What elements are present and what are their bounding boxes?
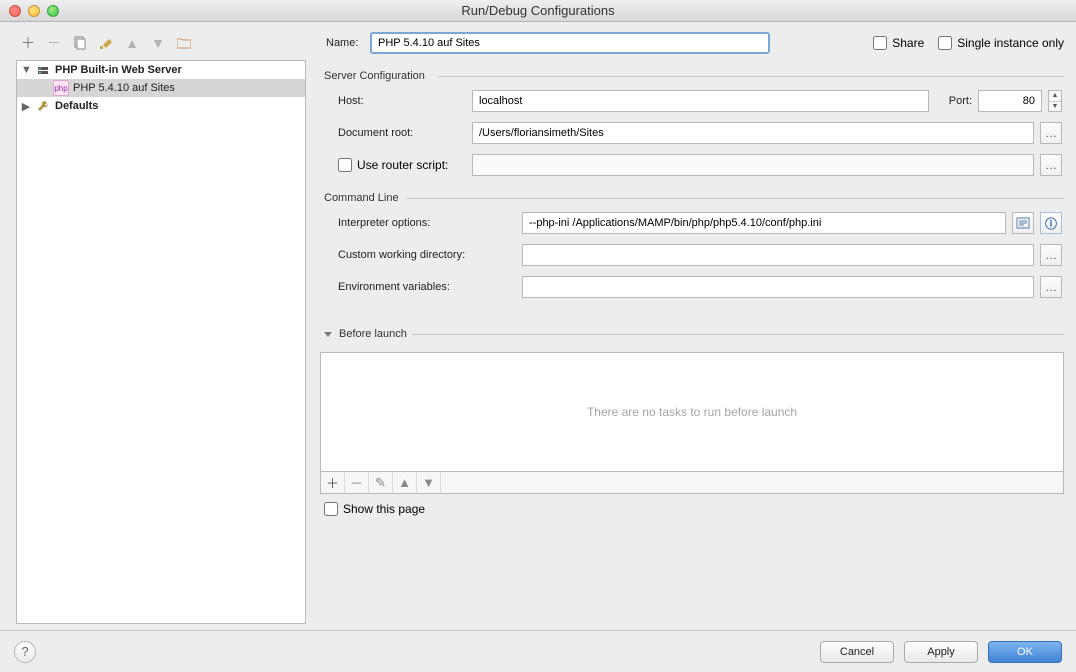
- name-row: Name: Share Single instance only: [320, 32, 1064, 54]
- expand-editor-button[interactable]: [1012, 212, 1034, 234]
- docroot-label: Document root:: [338, 127, 466, 139]
- tree-label: PHP 5.4.10 auf Sites: [73, 82, 175, 94]
- move-task-down-button[interactable]: ▼: [417, 472, 441, 493]
- cwd-row: Custom working directory: …: [338, 244, 1062, 266]
- remove-icon[interactable]: －: [46, 35, 62, 51]
- empty-message: There are no tasks to run before launch: [587, 405, 797, 419]
- browse-button[interactable]: …: [1040, 122, 1062, 144]
- move-task-up-button[interactable]: ▲: [393, 472, 417, 493]
- share-checkbox-box[interactable]: [873, 36, 887, 50]
- ok-button[interactable]: OK: [988, 641, 1062, 663]
- single-instance-label: Single instance only: [957, 36, 1064, 50]
- cancel-button[interactable]: Cancel: [820, 641, 894, 663]
- expand-icon[interactable]: ▶: [21, 100, 31, 113]
- server-config-group: Host: Port: ▲▼ Document root: … Use rout…: [320, 90, 1064, 186]
- before-launch-legend[interactable]: Before launch: [320, 328, 1064, 340]
- move-up-icon[interactable]: ▲: [124, 35, 140, 51]
- expand-icon[interactable]: ▼: [21, 64, 31, 76]
- cwd-label: Custom working directory:: [338, 249, 516, 261]
- edit-task-button[interactable]: ✎: [369, 472, 393, 493]
- cwd-input[interactable]: [522, 244, 1034, 266]
- footer: ? Cancel Apply OK: [0, 630, 1076, 672]
- host-row: Host: Port: ▲▼: [338, 90, 1062, 112]
- single-instance-checkbox-box[interactable]: [938, 36, 952, 50]
- show-page-checkbox-box[interactable]: [324, 502, 338, 516]
- move-down-icon[interactable]: ▼: [150, 35, 166, 51]
- config-tree[interactable]: ▼ PHP Built-in Web Server php PHP 5.4.10…: [16, 60, 306, 624]
- content: ＋ － ▲ ▼ ▼ PHP Built-in Web Server: [0, 22, 1076, 630]
- before-launch-toolbar: ＋ － ✎ ▲ ▼: [320, 472, 1064, 494]
- show-page-label: Show this page: [343, 502, 425, 516]
- port-stepper[interactable]: ▲▼: [1048, 90, 1062, 112]
- interp-row: Interpreter options: ⓘ: [338, 212, 1062, 234]
- router-label: Use router script:: [357, 158, 448, 172]
- interp-input[interactable]: [522, 212, 1006, 234]
- host-label: Host:: [338, 95, 466, 107]
- interp-label: Interpreter options:: [338, 217, 516, 229]
- collapse-icon[interactable]: [324, 332, 332, 337]
- before-launch-list[interactable]: There are no tasks to run before launch: [320, 352, 1064, 472]
- config-panel: Name: Share Single instance only Server …: [312, 22, 1076, 630]
- info-icon[interactable]: ⓘ: [1040, 212, 1062, 234]
- command-line-group: Interpreter options: ⓘ Custom working di…: [320, 212, 1064, 308]
- browse-button[interactable]: …: [1040, 276, 1062, 298]
- php-icon: php: [53, 80, 69, 96]
- tree-node-php-server[interactable]: ▼ PHP Built-in Web Server: [17, 61, 305, 79]
- env-input[interactable]: [522, 276, 1034, 298]
- window-title: Run/Debug Configurations: [0, 3, 1076, 18]
- router-input[interactable]: [472, 154, 1034, 176]
- port-input[interactable]: [978, 90, 1042, 112]
- name-label: Name:: [320, 37, 370, 49]
- add-task-button[interactable]: ＋: [321, 472, 345, 493]
- tree-label: Defaults: [55, 100, 98, 112]
- show-page-checkbox[interactable]: Show this page: [320, 502, 1064, 516]
- single-instance-checkbox[interactable]: Single instance only: [938, 36, 1064, 50]
- name-input[interactable]: [370, 32, 770, 54]
- docroot-input[interactable]: [472, 122, 1034, 144]
- server-config-legend: Server Configuration: [320, 70, 1064, 82]
- env-label: Environment variables:: [338, 281, 516, 293]
- browse-button[interactable]: …: [1040, 154, 1062, 176]
- port-label: Port:: [949, 95, 972, 107]
- footer-buttons: Cancel Apply OK: [820, 641, 1062, 663]
- titlebar: Run/Debug Configurations: [0, 0, 1076, 22]
- share-label: Share: [892, 36, 924, 50]
- host-input[interactable]: [472, 90, 929, 112]
- browse-button[interactable]: …: [1040, 244, 1062, 266]
- settings-icon[interactable]: [98, 35, 114, 51]
- sidebar-toolbar: ＋ － ▲ ▼: [16, 32, 306, 54]
- folder-icon[interactable]: [176, 35, 192, 51]
- php-server-icon: [35, 62, 51, 78]
- share-checkbox[interactable]: Share: [873, 36, 924, 50]
- tree-label: PHP Built-in Web Server: [55, 64, 182, 76]
- copy-icon[interactable]: [72, 35, 88, 51]
- wrench-icon: [35, 98, 51, 114]
- tree-node-defaults[interactable]: ▶ Defaults: [17, 97, 305, 115]
- command-line-legend: Command Line: [320, 192, 1064, 204]
- add-icon[interactable]: ＋: [20, 35, 36, 51]
- env-row: Environment variables: …: [338, 276, 1062, 298]
- router-row: Use router script: …: [338, 154, 1062, 176]
- router-checkbox[interactable]: Use router script:: [338, 158, 466, 172]
- docroot-row: Document root: …: [338, 122, 1062, 144]
- help-button[interactable]: ?: [14, 641, 36, 663]
- tree-node-config[interactable]: php PHP 5.4.10 auf Sites: [17, 79, 305, 97]
- remove-task-button[interactable]: －: [345, 472, 369, 493]
- apply-button[interactable]: Apply: [904, 641, 978, 663]
- sidebar: ＋ － ▲ ▼ ▼ PHP Built-in Web Server: [0, 22, 312, 630]
- router-checkbox-box[interactable]: [338, 158, 352, 172]
